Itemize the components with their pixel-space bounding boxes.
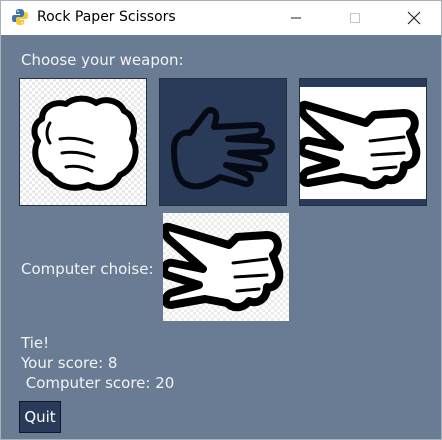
maximize-button[interactable] <box>332 1 378 35</box>
minimize-icon <box>291 17 301 19</box>
computer-choice-label: Computer choise: <box>21 260 154 278</box>
maximize-icon <box>350 13 360 23</box>
computer-score: Computer score: 20 <box>21 374 175 392</box>
result-text: Tie! <box>21 334 50 352</box>
minimize-button[interactable] <box>273 1 319 35</box>
computer-choice-image <box>160 213 289 321</box>
close-icon <box>407 11 421 25</box>
paper-button[interactable] <box>159 78 287 206</box>
choose-weapon-label: Choose your weapon: <box>21 51 184 69</box>
scissors-hand-icon <box>160 222 284 312</box>
rock-button[interactable] <box>19 78 147 206</box>
close-button[interactable] <box>391 1 437 35</box>
scissors-hand-icon <box>300 100 421 190</box>
paper-hand-icon <box>171 107 275 190</box>
window-title: Rock Paper Scissors <box>37 9 176 25</box>
scissors-button[interactable] <box>299 78 427 206</box>
your-score: Your score: 8 <box>21 354 118 372</box>
rock-hand-icon <box>31 95 139 191</box>
quit-button[interactable]: Quit <box>19 401 61 433</box>
python-icon <box>11 8 29 26</box>
title-bar[interactable]: Rock Paper Scissors <box>1 1 441 35</box>
app-window: Rock Paper Scissors Choose your weapon: <box>0 0 442 440</box>
